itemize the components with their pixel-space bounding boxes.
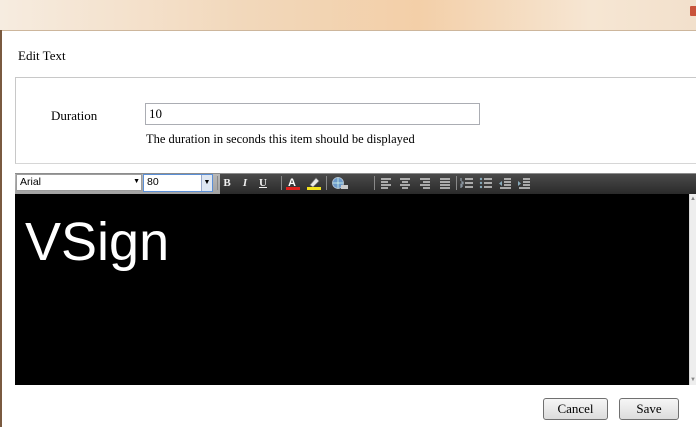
- toolbar-separator: [217, 176, 218, 190]
- scroll-down-icon[interactable]: ▼: [690, 377, 696, 383]
- toolbar-separator: [374, 176, 375, 190]
- outdent-button[interactable]: [498, 176, 512, 190]
- numbered-list-button[interactable]: [460, 176, 474, 190]
- align-right-button[interactable]: [418, 176, 432, 190]
- indent-button[interactable]: [517, 176, 531, 190]
- window-titlebar: [0, 0, 696, 31]
- toolbar-separator: [281, 176, 282, 190]
- align-left-icon: [381, 178, 391, 189]
- font-family-value: Arial: [20, 176, 42, 188]
- toolbar-separator: [326, 176, 327, 190]
- align-justify-icon: [440, 178, 450, 189]
- duration-help-text: The duration in seconds this item should…: [146, 132, 415, 146]
- outdent-icon: [499, 178, 511, 189]
- bold-button[interactable]: B: [220, 176, 234, 190]
- bullet-list-icon: [479, 177, 492, 189]
- chevron-down-icon: ▼: [133, 178, 140, 185]
- highlight-color-button[interactable]: [306, 176, 322, 190]
- align-right-icon: [420, 178, 430, 189]
- duration-input[interactable]: 10: [145, 103, 480, 125]
- highlighter-icon: [307, 177, 321, 190]
- scroll-up-icon[interactable]: ▲: [690, 196, 696, 202]
- underline-button[interactable]: U: [256, 176, 270, 190]
- indent-icon: [518, 178, 530, 189]
- cancel-button[interactable]: Cancel: [543, 398, 608, 420]
- close-icon[interactable]: [690, 6, 696, 16]
- align-left-button[interactable]: [379, 176, 393, 190]
- font-size-value: 80: [147, 176, 159, 188]
- editor-scrollbar[interactable]: ▲ ▼: [689, 194, 696, 385]
- align-center-icon: [400, 178, 410, 189]
- globe-icon: [332, 177, 348, 189]
- rich-text-editor[interactable]: VSign: [15, 194, 689, 385]
- font-family-select[interactable]: Arial ▼: [16, 174, 142, 191]
- editor-content[interactable]: VSign: [25, 212, 169, 272]
- dialog-title: Edit Text: [18, 48, 66, 63]
- toolbar-separator: [456, 176, 457, 190]
- font-color-icon: A: [286, 177, 300, 190]
- bullet-list-button[interactable]: [479, 176, 493, 190]
- duration-label: Duration: [51, 108, 98, 123]
- numbered-list-icon: [460, 178, 473, 188]
- font-color-button[interactable]: A: [285, 176, 301, 190]
- font-size-select[interactable]: 80 ▼: [143, 174, 213, 192]
- window-left-border: [0, 30, 2, 427]
- save-button[interactable]: Save: [619, 398, 679, 420]
- italic-button[interactable]: I: [238, 176, 252, 190]
- insert-link-button[interactable]: [331, 176, 349, 190]
- chevron-down-icon[interactable]: ▼: [201, 175, 212, 191]
- align-center-button[interactable]: [398, 176, 412, 190]
- align-justify-button[interactable]: [438, 176, 452, 190]
